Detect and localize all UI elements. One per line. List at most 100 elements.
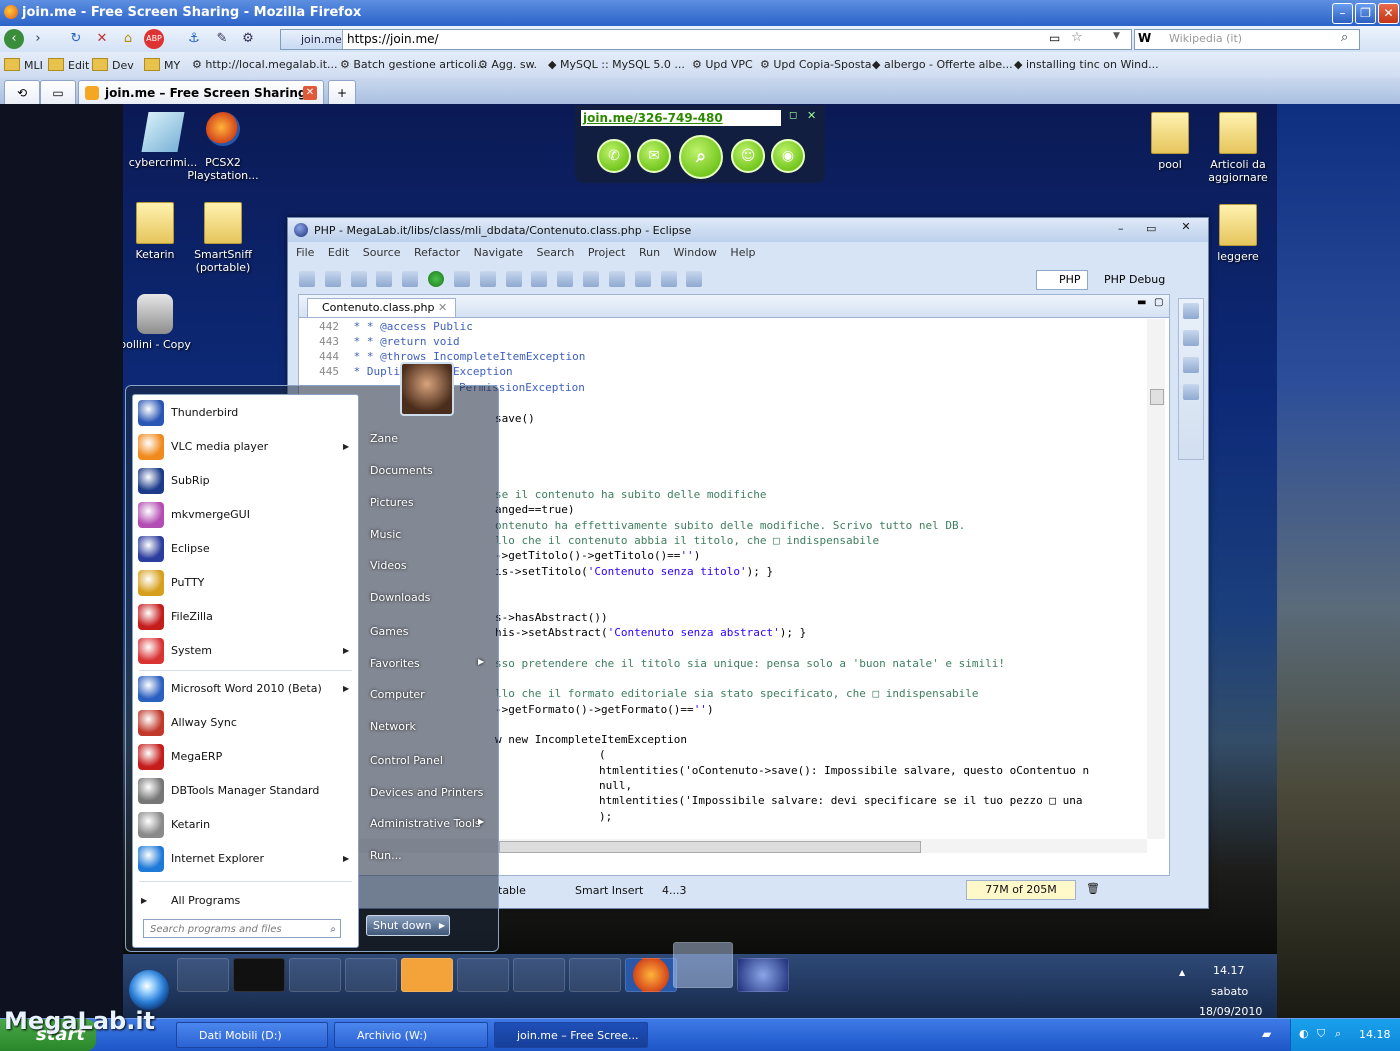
menu-search[interactable]: Search: [537, 246, 575, 259]
heap-status[interactable]: 77M of 205M: [966, 880, 1076, 900]
eclipse-minimize-button[interactable]: –: [1118, 222, 1124, 235]
taskbar-console-icon[interactable]: [233, 958, 285, 992]
back-icon[interactable]: ‹: [4, 29, 24, 49]
taskbar-files-icon[interactable]: [569, 958, 621, 992]
bookmark-item[interactable]: ◆ albergo - Offerte albe...: [872, 58, 1013, 71]
bookmark-item[interactable]: ◆ MySQL :: MySQL 5.0 ...: [548, 58, 685, 71]
bookmark-item[interactable]: ⚙ Upd Copia-Sposta: [760, 58, 872, 71]
zoom-icon[interactable]: ⌕: [679, 135, 723, 179]
save-all-icon[interactable]: [350, 271, 367, 287]
menu-help[interactable]: Help: [730, 246, 755, 259]
editor-tab-close-icon[interactable]: ✕: [438, 301, 447, 314]
desktop-icon-smartsniff[interactable]: SmartSniff (portable): [183, 202, 263, 274]
save-icon[interactable]: [324, 271, 341, 287]
taskbar-messenger-icon[interactable]: [289, 958, 341, 992]
prev-annotation-icon[interactable]: [634, 271, 651, 287]
shutdown-button[interactable]: Shut down ▶: [366, 915, 450, 936]
reload-icon[interactable]: ↻: [66, 29, 86, 49]
bookmark-item[interactable]: Edit: [48, 58, 89, 72]
search-icon[interactable]: ⌕: [1341, 30, 1348, 45]
menu-file[interactable]: File: [296, 246, 314, 259]
run-icon[interactable]: [428, 271, 445, 287]
menu-run[interactable]: Run: [639, 246, 660, 259]
start-link-network[interactable]: Network: [370, 720, 416, 733]
program-dbtools-manager-standard[interactable]: DBTools Manager Standard: [133, 775, 358, 807]
hscroll-thumb[interactable]: [499, 841, 921, 853]
start-link-documents[interactable]: Documents: [370, 464, 433, 477]
program-mkvmergegui[interactable]: mkvmergeGUI: [133, 499, 358, 531]
addon-icon[interactable]: ⚙: [238, 29, 258, 49]
joinme-session-link[interactable]: join.me/326-749-480: [581, 110, 781, 126]
bookmark-item[interactable]: ⚙ Batch gestione articoli...: [340, 58, 487, 71]
problems-icon[interactable]: [1183, 384, 1199, 400]
start-link-administrative-tools[interactable]: Administrative Tools ▶: [370, 817, 484, 830]
taskbar-editor-icon[interactable]: [457, 958, 509, 992]
program-microsoft-word-2010-beta[interactable]: Microsoft Word 2010 (Beta) ▶: [133, 673, 358, 705]
perspective-php[interactable]: PHP: [1036, 270, 1088, 290]
back-nav-icon[interactable]: [660, 271, 677, 287]
desktop-icon-pcsx2[interactable]: PCSX2 Playstation...: [183, 112, 263, 182]
program-eclipse[interactable]: Eclipse: [133, 533, 358, 565]
taskbar-joinme-icon[interactable]: [673, 942, 733, 988]
viewers-icon[interactable]: ☺: [731, 139, 765, 173]
start-link-downloads[interactable]: Downloads: [370, 591, 430, 604]
forward-icon[interactable]: ›: [28, 29, 48, 49]
open-folder-icon[interactable]: [505, 271, 522, 287]
bookmark-item[interactable]: ⚙ Upd VPC: [692, 58, 753, 71]
start-search-input[interactable]: Search programs and files ⌕: [143, 919, 341, 938]
taskbar-app-icon[interactable]: [177, 958, 229, 992]
mouse-control-icon[interactable]: ◉: [771, 139, 805, 173]
menu-edit[interactable]: Edit: [328, 246, 349, 259]
program-system[interactable]: System ▶: [133, 635, 358, 667]
tasks-icon[interactable]: [1183, 357, 1199, 373]
adblock-icon[interactable]: ABP: [144, 29, 164, 49]
bookmark-item[interactable]: ⚙ Agg. sw.: [478, 58, 537, 71]
eclipse-maximize-button[interactable]: ▭: [1146, 222, 1156, 235]
phone-icon[interactable]: ✆: [597, 139, 631, 173]
remote-start-orb[interactable]: [129, 970, 169, 1010]
shutdown-arrow-icon[interactable]: ▶: [439, 916, 445, 935]
menu-navigate[interactable]: Navigate: [474, 246, 523, 259]
taskbar-outlook-icon[interactable]: [401, 958, 453, 992]
start-link-run[interactable]: Run...: [370, 849, 402, 862]
program-megaerp[interactable]: MegaERP: [133, 741, 358, 773]
taskbar-button-dati-mobili[interactable]: Dati Mobili (D:): [176, 1022, 328, 1048]
program-putty[interactable]: PuTTY: [133, 567, 358, 599]
joinme-restore-icon[interactable]: ◻: [789, 110, 797, 121]
start-link-games[interactable]: Games: [370, 625, 408, 638]
tray-shield-icon[interactable]: ◐: [1299, 1027, 1309, 1040]
tab-list-icon[interactable]: ⟲: [4, 80, 40, 105]
tray-security-icon[interactable]: ⛉: [1317, 1027, 1325, 1041]
program-subrip[interactable]: SubRip: [133, 465, 358, 497]
tray-expand-icon[interactable]: ▲: [1179, 968, 1185, 977]
pen-icon[interactable]: [531, 271, 548, 287]
new-tab-button[interactable]: +: [328, 80, 356, 105]
globe-icon[interactable]: [583, 271, 600, 287]
anchor-icon[interactable]: ⚓: [184, 29, 204, 49]
bookmark-item[interactable]: MY: [144, 58, 180, 72]
eclipse-close-button[interactable]: ✕: [1168, 220, 1204, 238]
tray-network-icon[interactable]: ▰: [1262, 1027, 1271, 1041]
perspective-php-debug[interactable]: PHP Debug: [1104, 273, 1165, 286]
url-bar[interactable]: join.me https://join.me/ ▭ ☆ ▼: [280, 29, 1132, 50]
menu-refactor[interactable]: Refactor: [414, 246, 460, 259]
menu-project[interactable]: Project: [588, 246, 626, 259]
desktop-icon-leggere[interactable]: leggere: [1198, 204, 1277, 263]
start-search-icon[interactable]: ⌕: [330, 920, 336, 939]
taskbar-button-joinme[interactable]: join.me – Free Scree...: [494, 1022, 648, 1048]
type-hierarchy-icon[interactable]: [1183, 330, 1199, 346]
url-dropdown-icon[interactable]: ▼: [1113, 31, 1120, 41]
taskbar-button-archivio[interactable]: Archivio (W:): [334, 1022, 488, 1048]
bookmark-item[interactable]: Dev: [92, 58, 134, 72]
start-link-favorites[interactable]: Favorites ▶: [370, 657, 484, 670]
scroll-thumb[interactable]: [1150, 389, 1164, 405]
start-link-videos[interactable]: Videos: [370, 559, 407, 572]
program-thunderbird[interactable]: Thunderbird: [133, 397, 358, 429]
next-annotation-icon[interactable]: [608, 271, 625, 287]
program-filezilla[interactable]: FileZilla: [133, 601, 358, 633]
wikipedia-icon[interactable]: W: [1138, 31, 1151, 45]
external-tools-icon[interactable]: [453, 271, 470, 287]
start-link-pictures[interactable]: Pictures: [370, 496, 414, 509]
open-type-icon[interactable]: [479, 271, 496, 287]
bookmark-star-icon[interactable]: ☆: [1071, 30, 1083, 45]
